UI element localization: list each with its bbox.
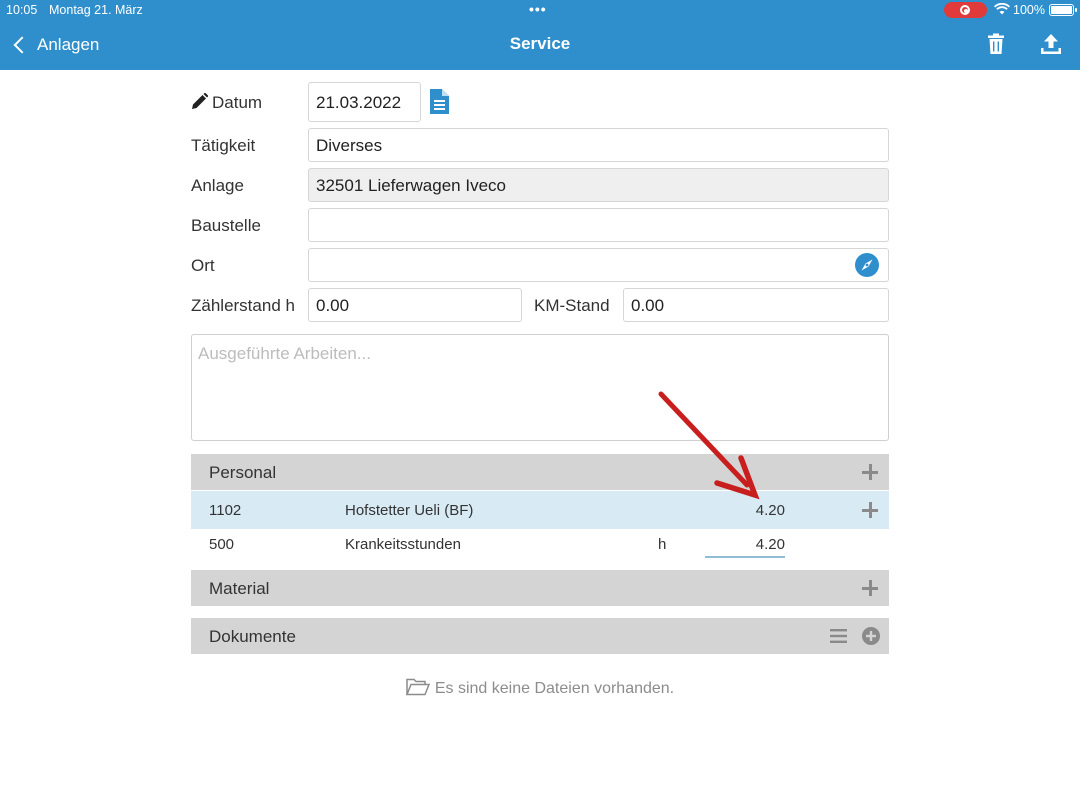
add-personal-icon[interactable] (862, 464, 878, 480)
table-row[interactable]: 1102 Hofstetter Ueli (BF) 4.20 (191, 491, 889, 529)
battery-icon (1049, 4, 1077, 16)
kmstand-field[interactable]: 0.00 (623, 288, 889, 322)
table-row[interactable]: 500 Krankeitsstunden h 4.20 (191, 525, 889, 563)
list-icon[interactable] (830, 629, 847, 643)
add-material-icon[interactable] (862, 580, 878, 596)
zaehlerstand-label: Zählerstand h (191, 296, 295, 315)
trash-icon[interactable] (986, 33, 1006, 55)
zaehlerstand-field[interactable]: 0.00 (308, 288, 522, 322)
app-header: 10:05 Montag 21. März ••• 100% Anlagen S… (0, 0, 1080, 70)
taetigkeit-field[interactable]: Diverses (308, 128, 889, 162)
empty-documents-text: Es sind keine Dateien vorhanden. (434, 680, 675, 697)
status-time: 10:05 (6, 3, 38, 17)
page-title: Service (509, 34, 571, 53)
arbeiten-textarea[interactable]: Ausgeführte Arbeiten... (191, 334, 889, 441)
row-name: Krankeitsstunden (345, 536, 461, 553)
battery-percent: 100% (1013, 3, 1045, 17)
personal-title: Personal (209, 463, 277, 482)
material-title: Material (209, 579, 270, 598)
row-code: 500 (209, 536, 235, 553)
anlage-label: Anlage (191, 176, 244, 195)
row-name: Hofstetter Ueli (BF) (345, 502, 474, 519)
dokumente-section-header: Dokumente (191, 618, 889, 654)
upload-icon[interactable] (1040, 33, 1062, 55)
folder-open-icon (405, 678, 430, 696)
kmstand-label: KM-Stand (534, 296, 610, 315)
document-icon[interactable] (430, 89, 449, 114)
row-unit: h (658, 536, 667, 553)
compass-icon[interactable] (855, 253, 879, 277)
anlage-field: 32501 Lieferwagen Iveco (308, 168, 889, 202)
hours-input[interactable]: 4.20 (705, 529, 785, 558)
row-code: 1102 (209, 502, 242, 519)
screen-recording-icon (944, 2, 987, 18)
datum-label: Datum (212, 93, 263, 112)
baustelle-field[interactable] (308, 208, 889, 242)
row-value: 4.20 (755, 502, 785, 519)
status-bar: 10:05 Montag 21. März ••• 100% (0, 0, 1080, 20)
wifi-icon (994, 3, 1010, 15)
baustelle-label: Baustelle (191, 216, 261, 235)
taetigkeit-label: Tätigkeit (191, 136, 256, 155)
empty-documents-message: Es sind keine Dateien vorhanden. (0, 678, 1080, 698)
ort-label: Ort (191, 256, 215, 275)
add-circle-icon[interactable] (862, 627, 880, 645)
material-section-header: Material (191, 570, 889, 606)
ort-field[interactable] (308, 248, 889, 282)
add-row-icon[interactable] (862, 502, 878, 518)
multitask-dots[interactable]: ••• (529, 1, 547, 17)
datum-field[interactable]: 21.03.2022 (308, 82, 421, 122)
pencil-icon (192, 93, 208, 109)
personal-section-header: Personal (191, 454, 889, 490)
status-date: Montag 21. März (49, 3, 143, 17)
dokumente-title: Dokumente (209, 627, 296, 646)
